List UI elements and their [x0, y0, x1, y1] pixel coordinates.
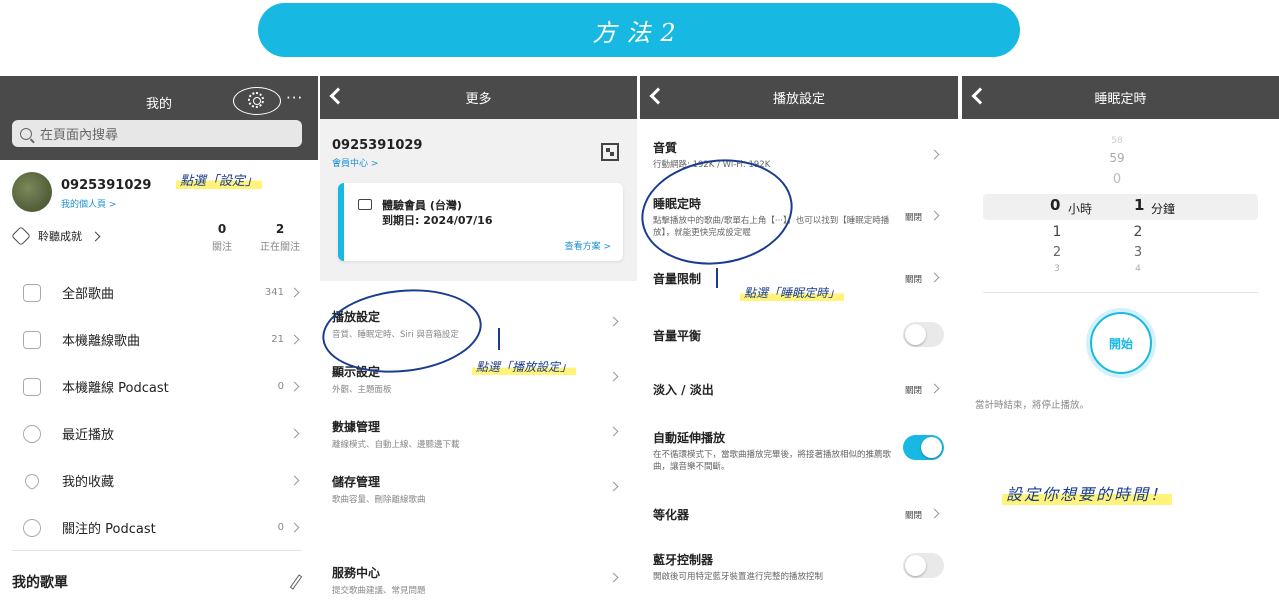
- pencil-icon[interactable]: [289, 574, 303, 590]
- chevron-right-icon: [608, 316, 619, 327]
- profile-section: 0925391029 我的個人頁 > 點選「設定」 聆聽成就 0 關注 2 正在關注: [0, 160, 318, 260]
- download-icon: [23, 330, 41, 349]
- card-icon: [358, 199, 372, 210]
- start-button[interactable]: 開始: [1090, 312, 1152, 374]
- more-header: 更多: [320, 76, 637, 119]
- member-center-link[interactable]: 會員中心 >: [332, 156, 378, 169]
- chevron-right-icon: [608, 481, 619, 492]
- gear-icon[interactable]: [248, 92, 264, 108]
- row-bluetooth-controller: 藍牙控制器 開啟後可用特定藍牙裝置進行完整的播放控制: [640, 543, 958, 603]
- page-title: 播放設定: [772, 92, 825, 107]
- row-auto-extend: 自動延伸播放 在不循環模式下，當歌曲播放完畢後，將接著播放相似的推薦歌曲，讓音樂…: [640, 419, 958, 491]
- chevron-right-icon: [608, 572, 619, 583]
- back-icon[interactable]: [971, 87, 989, 105]
- chevron-right-icon: [929, 272, 940, 283]
- annotation-arrow: [498, 328, 500, 350]
- row-service-center[interactable]: 服務中心 提交歌曲建議、常見問題: [320, 554, 637, 605]
- auto-extend-toggle[interactable]: [903, 435, 944, 460]
- timer-hint: 當計時結束，將停止播放。: [975, 400, 1090, 411]
- menu-item-all-songs[interactable]: 全部歌曲 341: [0, 269, 318, 316]
- panel-more: 更多 0925391029 會員中心 > 體驗會員 (台灣) 到期日: 2024…: [320, 76, 637, 605]
- divider: [12, 550, 302, 551]
- annotation-arrow: [716, 268, 718, 288]
- download-icon: [23, 377, 41, 396]
- panel-playback-settings: 播放設定 音質 行動網路: 192K / Wi-Fi: 192K 睡眠定時 點擊…: [640, 76, 958, 605]
- clock-icon: [23, 424, 41, 443]
- podcast-icon: [23, 518, 41, 537]
- sleep-timer-header: 睡眠定時: [962, 76, 1279, 119]
- membership-card[interactable]: 體驗會員 (台灣) 到期日: 2024/07/16 查看方案 >: [338, 183, 623, 261]
- qr-code-icon[interactable]: [601, 143, 619, 161]
- chevron-right-icon: [289, 381, 300, 392]
- title-banner: 方法2: [258, 3, 1020, 57]
- annotation-set-time: 設定你想要的時間！: [1002, 481, 1173, 505]
- row-equalizer[interactable]: 等化器 關閉: [640, 491, 958, 543]
- playback-header: 播放設定: [640, 76, 958, 119]
- chevron-right-icon: [929, 149, 940, 160]
- hours-unit: 小時: [1068, 202, 1093, 216]
- avatar[interactable]: [12, 172, 52, 212]
- stat-followers[interactable]: 0 關注: [205, 222, 239, 253]
- panel-sleep-timer: 睡眠定時 58 59 0 0 小時 1 2 3 1 分鐘 2 3 4 開始 當計…: [962, 76, 1279, 605]
- search-icon: [20, 127, 32, 140]
- row-storage-management[interactable]: 儲存管理 歌曲容量、刪除離線歌曲: [320, 463, 637, 519]
- picker-selection-band: [983, 194, 1258, 220]
- chevron-right-icon: [289, 475, 300, 486]
- chevron-right-icon: [608, 371, 619, 382]
- music-file-icon: [23, 283, 41, 302]
- account-phone: 0925391029: [332, 138, 423, 153]
- chevron-right-icon: [929, 508, 940, 519]
- achievement-label: 聆聽成就: [38, 230, 82, 243]
- minutes-selected: 1: [1134, 196, 1145, 214]
- row-fade[interactable]: 淡入 / 淡出 關閉: [640, 364, 958, 419]
- bluetooth-controller-toggle[interactable]: [903, 553, 944, 578]
- page-title: 更多: [465, 92, 492, 107]
- my-playlists-heading: 我的歌單: [12, 575, 68, 591]
- chevron-right-icon: [90, 231, 101, 241]
- my-page-link[interactable]: 我的個人頁 >: [61, 197, 116, 210]
- annotation-select-playback: 點選「播放設定」: [472, 358, 577, 375]
- account-section: 0925391029 會員中心 > 體驗會員 (台灣) 到期日: 2024/07…: [320, 119, 637, 281]
- back-icon[interactable]: [329, 87, 347, 105]
- stat-following[interactable]: 2 正在關注: [258, 222, 302, 253]
- chevron-right-icon: [289, 428, 300, 439]
- page-title: 睡眠定時: [1094, 92, 1147, 107]
- panel-my: 我的 ··· 在頁面內搜尋 0925391029 我的個人頁 > 點選「設定」 …: [0, 76, 318, 605]
- volume-balance-toggle[interactable]: [903, 322, 944, 347]
- chevron-right-icon: [929, 210, 940, 221]
- achievement-icon: [11, 226, 31, 246]
- achievement-link[interactable]: 聆聽成就: [11, 226, 101, 246]
- membership-expiry: 到期日: 2024/07/16: [382, 214, 493, 227]
- chevron-right-icon: [289, 287, 300, 298]
- view-plans-link[interactable]: 查看方案 >: [565, 239, 611, 252]
- divider: [983, 292, 1258, 293]
- menu-item-offline-podcast[interactable]: 本機離線 Podcast 0: [0, 363, 318, 410]
- search-placeholder: 在頁面內搜尋: [40, 128, 119, 143]
- menu-item-offline-songs[interactable]: 本機離線歌曲 21: [0, 316, 318, 363]
- library-menu: 全部歌曲 341 本機離線歌曲 21 本機離線 Podcast 0 最近播放 我…: [0, 269, 318, 551]
- chevron-right-icon: [608, 426, 619, 437]
- menu-item-recent[interactable]: 最近播放: [0, 410, 318, 457]
- more-icon[interactable]: ···: [286, 89, 303, 107]
- heart-icon: [22, 470, 42, 491]
- membership-title: 體驗會員 (台灣): [382, 199, 462, 212]
- my-header: 我的 ··· 在頁面內搜尋: [0, 76, 318, 160]
- chevron-right-icon: [289, 334, 300, 345]
- back-icon[interactable]: [649, 87, 667, 105]
- menu-item-favorites[interactable]: 我的收藏: [0, 457, 318, 504]
- annotation-select-settings: 點選「設定」: [176, 170, 263, 189]
- chevron-right-icon: [929, 383, 940, 394]
- chevron-right-icon: [289, 522, 300, 533]
- banner-title: 方法2: [592, 18, 686, 47]
- minutes-unit: 分鐘: [1151, 202, 1176, 216]
- annotation-select-sleep-timer: 點選「睡眠定時」: [740, 284, 845, 301]
- hours-selected: 0: [1050, 196, 1061, 214]
- menu-item-followed-podcast[interactable]: 關注的 Podcast 0: [0, 504, 318, 551]
- profile-phone: 0925391029: [61, 178, 152, 193]
- row-volume-balance: 音量平衡: [640, 309, 958, 364]
- search-input[interactable]: 在頁面內搜尋: [12, 120, 302, 147]
- row-data-management[interactable]: 數據管理 離線模式、自動上線、邊聽邊下載: [320, 408, 637, 464]
